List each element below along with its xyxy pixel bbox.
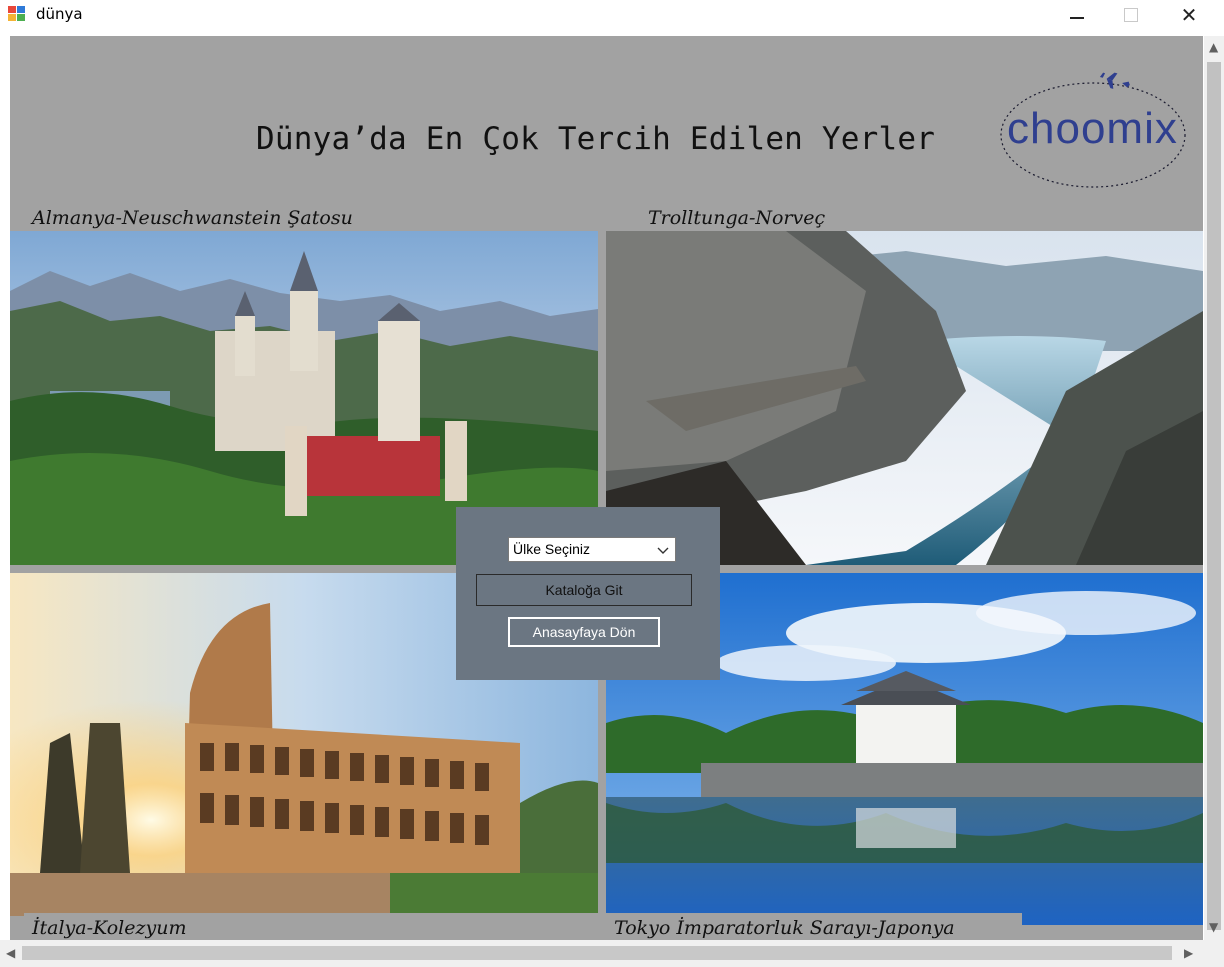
caption-japan: Tokyo İmparatorluk Sarayı-Japonya	[606, 913, 1022, 940]
close-button[interactable]: ✕	[1166, 0, 1212, 30]
scroll-right-icon[interactable]: ▶	[1184, 946, 1193, 960]
caption-germany: Almanya-Neuschwanstein Şatosu	[24, 203, 415, 233]
maximize-button[interactable]	[1108, 0, 1154, 30]
vertical-scrollbar[interactable]: ▲ ▼	[1204, 36, 1224, 940]
logo-text: choomix	[1007, 104, 1178, 153]
window-title: dünya	[36, 5, 83, 23]
minimize-icon	[1070, 17, 1084, 19]
go-to-catalog-button[interactable]: Kataloğa Git	[476, 574, 692, 606]
airplane-icon	[1098, 72, 1130, 89]
close-icon: ✕	[1180, 3, 1198, 27]
horizontal-scroll-thumb[interactable]	[22, 946, 1172, 960]
maximize-icon	[1124, 8, 1138, 22]
country-select-value: Ülke Seçiniz	[513, 541, 591, 557]
control-panel: Ülke Seçiniz Kataloğa Git Anasayfaya Dön	[456, 507, 720, 680]
vertical-scroll-thumb[interactable]	[1207, 62, 1221, 930]
form-client-area: Dünya’da En Çok Tercih Edilen Yerler cho…	[10, 36, 1203, 940]
country-select[interactable]: Ülke Seçiniz	[508, 537, 676, 562]
caption-norway: Trolltunga-Norveç	[640, 203, 834, 233]
scroll-down-icon[interactable]: ▼	[1209, 920, 1218, 934]
horizontal-scrollbar[interactable]: ◀ ▶	[0, 940, 1204, 967]
chevron-down-icon	[657, 547, 669, 554]
scroll-left-icon[interactable]: ◀	[6, 946, 15, 960]
scroll-up-icon[interactable]: ▲	[1209, 40, 1218, 54]
window-titlebar: dünya ✕	[0, 0, 1224, 34]
page-title: Dünya’da En Çok Tercih Edilen Yerler	[256, 121, 936, 157]
scrollbar-corner	[1204, 940, 1224, 967]
caption-italy: İtalya-Kolezyum	[24, 913, 622, 940]
minimize-button[interactable]	[1054, 0, 1100, 30]
app-icon	[8, 6, 26, 22]
home-button[interactable]: Anasayfaya Dön	[508, 617, 660, 647]
